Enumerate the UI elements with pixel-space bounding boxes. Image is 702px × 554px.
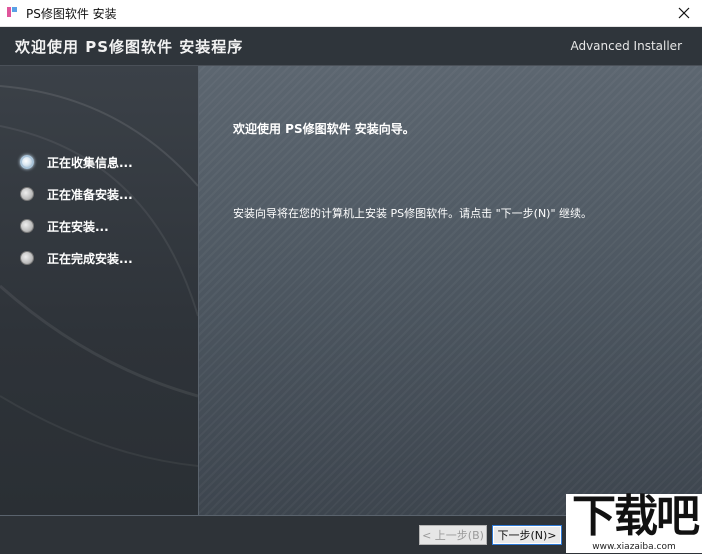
app-icon	[7, 7, 17, 17]
brand-label: Advanced Installer	[570, 39, 682, 53]
window-titlebar: PS修图软件 安装	[0, 0, 702, 27]
step-label: 正在安装...	[47, 219, 109, 234]
header-title: 欢迎使用 PS修图软件 安装程序	[15, 38, 244, 56]
installer-header: 欢迎使用 PS修图软件 安装程序 Advanced Installer	[0, 27, 702, 66]
step-label: 正在完成安装...	[47, 251, 133, 266]
close-button[interactable]	[666, 0, 702, 26]
next-button[interactable]: 下一步(N)>	[492, 525, 562, 545]
watermark-logo: 下载吧	[572, 491, 700, 542]
close-icon	[678, 7, 690, 19]
radio-indicator-icon	[20, 219, 34, 233]
radio-indicator-icon	[20, 251, 34, 265]
step-item-install: 正在安装...	[20, 210, 133, 242]
radio-indicator-icon	[20, 155, 34, 169]
back-button[interactable]: < 上一步(B)	[419, 525, 487, 545]
step-label: 正在收集信息...	[47, 155, 133, 170]
step-label: 正在准备安装...	[47, 187, 133, 202]
installer-body: 正在收集信息... 正在准备安装... 正在安装... 正在完成安装... 欢迎…	[0, 66, 702, 515]
site-watermark: 下载吧 www.xiazaiba.com	[566, 491, 702, 553]
step-item-finish: 正在完成安装...	[20, 242, 133, 274]
steps-list: 正在收集信息... 正在准备安装... 正在安装... 正在完成安装...	[20, 146, 133, 274]
sidebar-decoration	[0, 85, 198, 467]
step-item-prepare: 正在准备安装...	[20, 178, 133, 210]
watermark-url: www.xiazaiba.com	[592, 542, 676, 552]
radio-indicator-icon	[20, 187, 34, 201]
welcome-description: 安装向导将在您的计算机上安装 PS修图软件。请点击 "下一步(N)" 继续。	[233, 207, 593, 220]
window-title: PS修图软件 安装	[26, 7, 117, 21]
steps-sidebar: 正在收集信息... 正在准备安装... 正在安装... 正在完成安装...	[0, 66, 199, 515]
step-item-collect-info: 正在收集信息...	[20, 146, 133, 178]
welcome-heading: 欢迎使用 PS修图软件 安装向导。	[233, 122, 415, 136]
